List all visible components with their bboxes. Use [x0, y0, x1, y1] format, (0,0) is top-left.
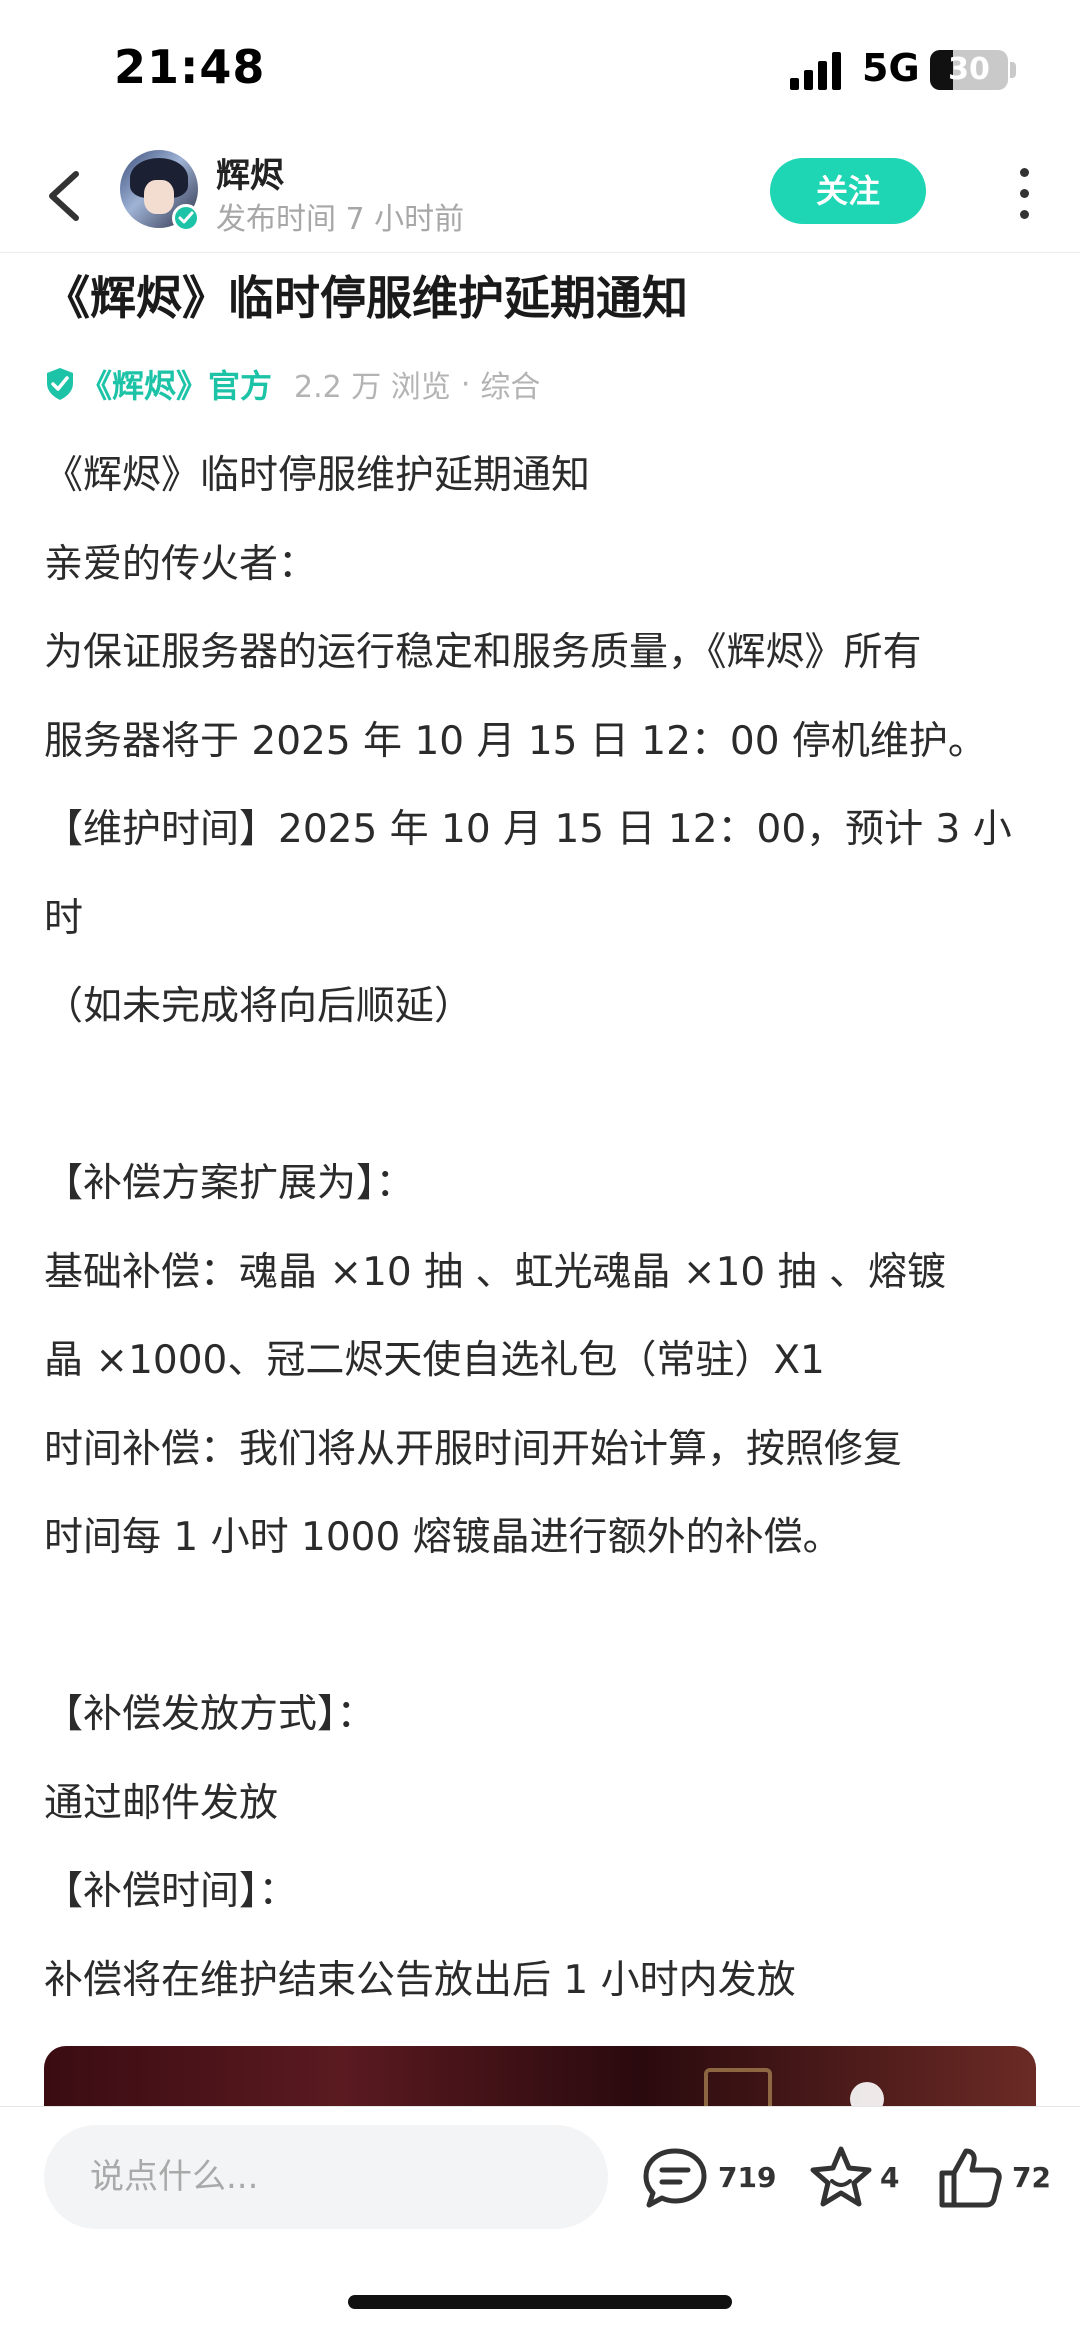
comment-count: 719 [718, 2161, 777, 2194]
star-icon [810, 2146, 872, 2207]
favorite-count: 4 [880, 2161, 900, 2194]
article-meta: 《辉烬》官方 2.2 万 浏览 · 综合 [44, 362, 540, 406]
shield-check-icon [47, 368, 73, 400]
status-time: 21:48 [114, 40, 266, 94]
paragraph: 服务器将于 2025 年 10 月 15 日 12：00 停机维护。 [44, 718, 987, 764]
paragraph: 亲爱的传火者： [44, 541, 318, 587]
paragraph: 【补偿发放方式】： [44, 1692, 376, 1737]
back-arrow-icon[interactable] [36, 160, 96, 232]
author-name[interactable]: 辉烬 [216, 148, 284, 197]
avatar-face [144, 180, 174, 214]
post-time: 发布时间 7 小时前 [216, 202, 465, 237]
category-tag[interactable]: 综合 [480, 362, 540, 406]
paragraph: 晶 ×1000、冠二烬天使自选礼包（常驻）X1 [44, 1338, 825, 1383]
like-button[interactable]: 72 [936, 2143, 1056, 2213]
paragraph: 补偿将在维护结束公告放出后 1 小时内发放 [44, 1957, 796, 2003]
more-icon[interactable] [1012, 166, 1036, 222]
paragraph: 时间每 1 小时 1000 熔镀晶进行额外的补偿。 [44, 1515, 842, 1560]
network-type: 5G [862, 46, 920, 90]
paragraph: 时间补偿：我们将从开服时间开始计算，按照修复 [44, 1426, 903, 1472]
thumbs-up-icon [939, 2148, 1002, 2208]
article-title: 《辉烬》临时停服维护延期通知 [44, 271, 688, 325]
comment-input[interactable]: 说点什么... [44, 2125, 608, 2229]
comment-button[interactable]: 719 [640, 2143, 776, 2213]
comment-icon [643, 2148, 707, 2208]
battery-icon: 30 [930, 50, 1008, 90]
article-body: 《辉烬》临时停服维护延期通知 亲爱的传火者： 为保证服务器的运行稳定和服务质量，《辉… [44, 432, 1044, 2025]
paragraph: 【维护时间】2025 年 10 月 15 日 12：00，预计 3 小时 [44, 807, 1012, 941]
follow-button[interactable]: 关注 [770, 158, 926, 224]
battery-percent: 30 [948, 52, 990, 87]
paragraph: 【补偿方案扩展为】： [44, 1161, 415, 1206]
paragraph: 通过邮件发放 [44, 1780, 279, 1826]
verified-icon [172, 204, 200, 232]
home-indicator [348, 2295, 732, 2309]
post-header: 辉烬 发布时间 7 小时前 关注 [0, 140, 1080, 253]
paragraph: （如未完成将向后顺延） [44, 984, 474, 1029]
paragraph: 【补偿时间】： [44, 1869, 298, 1914]
view-count: 2.2 万 浏览 [294, 370, 451, 405]
status-bar: 21:48 5G 30 [0, 0, 1080, 140]
favorite-button[interactable]: 4 [806, 2143, 906, 2213]
meta-separator: · [460, 366, 471, 402]
official-source[interactable]: 《辉烬》官方 [80, 361, 272, 407]
paragraph: 为保证服务器的运行稳定和服务质量，《辉烬》所有 [44, 630, 922, 675]
like-count: 72 [1012, 2161, 1051, 2194]
paragraph: 《辉烬》临时停服维护延期通知 [44, 453, 591, 498]
signal-icon [790, 52, 841, 90]
paragraph: 基础补偿：魂晶 ×10 抽 、虹光魂晶 ×10 抽 、熔镀 [44, 1249, 946, 1295]
battery-tip [1010, 62, 1016, 78]
